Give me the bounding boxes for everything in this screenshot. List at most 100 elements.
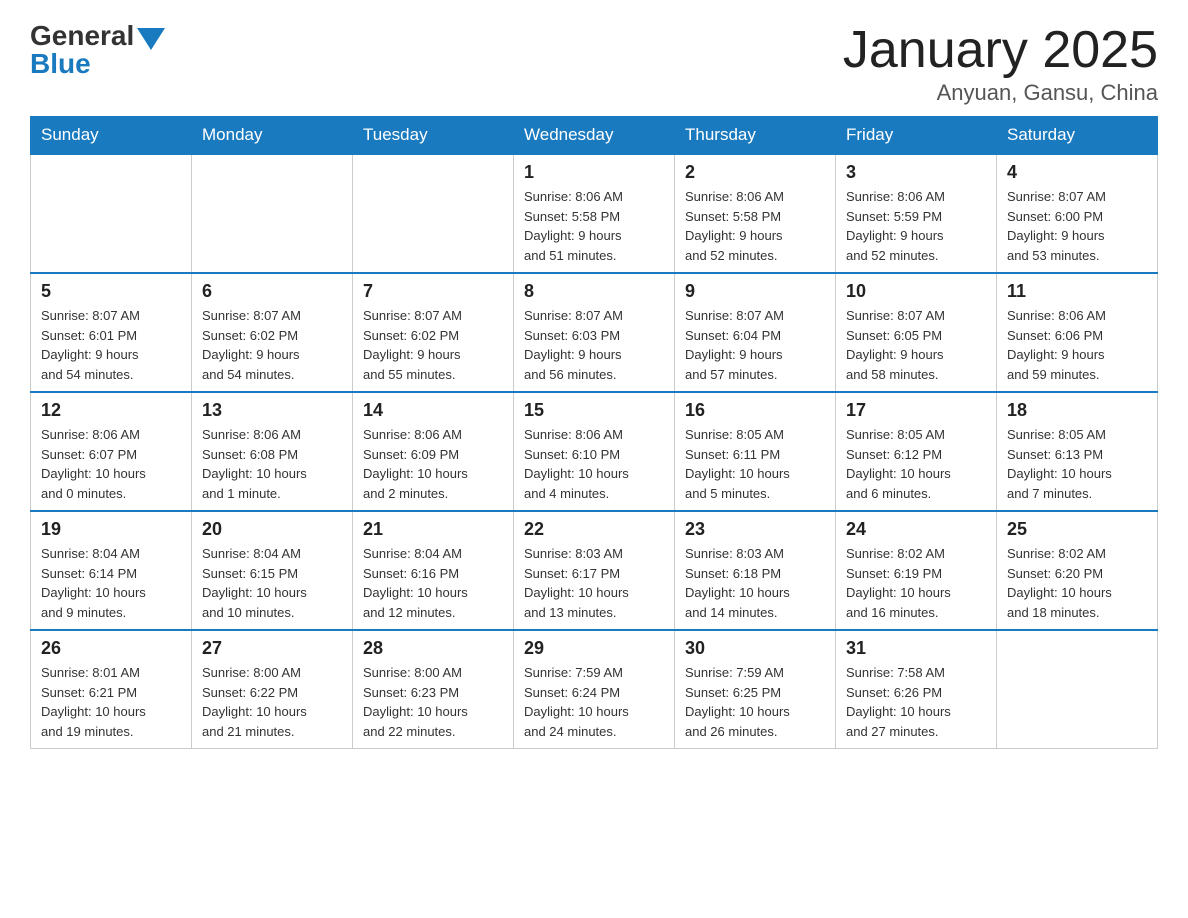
day-info: Sunrise: 8:06 AM Sunset: 6:10 PM Dayligh…: [524, 425, 664, 503]
day-number: 1: [524, 162, 664, 183]
day-number: 25: [1007, 519, 1147, 540]
calendar-cell: 18Sunrise: 8:05 AM Sunset: 6:13 PM Dayli…: [997, 392, 1158, 511]
calendar-cell: 9 Sunrise: 8:07 AM Sunset: 6:04 PM Daylig…: [675, 273, 836, 392]
calendar-cell: 11Sunrise: 8:06 AM Sunset: 6:06 PM Dayli…: [997, 273, 1158, 392]
day-number: 2: [685, 162, 825, 183]
day-of-week-header: Thursday: [675, 117, 836, 155]
day-number: 27: [202, 638, 342, 659]
day-info: Sunrise: 8:06 AM Sunset: 5:58 PM Dayligh…: [685, 187, 825, 265]
day-number: 14: [363, 400, 503, 421]
calendar-subtitle: Anyuan, Gansu, China: [843, 80, 1158, 106]
day-number: 20: [202, 519, 342, 540]
day-number: 30: [685, 638, 825, 659]
logo-triangle-icon: [137, 28, 165, 50]
calendar-cell: 31 Sunrise: 7:58 AM Sunset: 6:26 PM Dayli…: [836, 630, 997, 749]
day-info: Sunrise: 8:07 AM Sunset: 6:00 PM Dayligh…: [1007, 187, 1147, 265]
day-number: 26: [41, 638, 181, 659]
day-info: Sunrise: 8:05 AM Sunset: 6:11 PM Dayligh…: [685, 425, 825, 503]
day-info: Sunrise: 8:05 AM Sunset: 6:12 PM Dayligh…: [846, 425, 986, 503]
day-of-week-header: Sunday: [31, 117, 192, 155]
calendar-cell: 24 Sunrise: 8:02 AM Sunset: 6:19 PM Dayli…: [836, 511, 997, 630]
day-info: Sunrise: 8:07 AM Sunset: 6:05 PM Dayligh…: [846, 306, 986, 384]
calendar-cell: 28 Sunrise: 8:00 AM Sunset: 6:23 PM Dayli…: [353, 630, 514, 749]
calendar-cell: 10 Sunrise: 8:07 AM Sunset: 6:05 PM Dayli…: [836, 273, 997, 392]
day-number: 16: [685, 400, 825, 421]
calendar-cell: 20 Sunrise: 8:04 AM Sunset: 6:15 PM Dayli…: [192, 511, 353, 630]
day-info: Sunrise: 8:00 AM Sunset: 6:22 PM Dayligh…: [202, 663, 342, 741]
calendar-cell: 5 Sunrise: 8:07 AM Sunset: 6:01 PM Daylig…: [31, 273, 192, 392]
calendar-cell: 13 Sunrise: 8:06 AM Sunset: 6:08 PM Dayli…: [192, 392, 353, 511]
day-number: 22: [524, 519, 664, 540]
day-number: 3: [846, 162, 986, 183]
day-number: 28: [363, 638, 503, 659]
day-number: 8: [524, 281, 664, 302]
day-of-week-header: Monday: [192, 117, 353, 155]
day-info: Sunrise: 8:02 AM Sunset: 6:20 PM Dayligh…: [1007, 544, 1147, 622]
day-number: 23: [685, 519, 825, 540]
logo: General Blue: [30, 20, 165, 80]
calendar-cell: 7 Sunrise: 8:07 AM Sunset: 6:02 PM Daylig…: [353, 273, 514, 392]
day-number: 13: [202, 400, 342, 421]
day-info: Sunrise: 8:06 AM Sunset: 5:59 PM Dayligh…: [846, 187, 986, 265]
day-info: Sunrise: 8:02 AM Sunset: 6:19 PM Dayligh…: [846, 544, 986, 622]
day-info: Sunrise: 8:06 AM Sunset: 6:07 PM Dayligh…: [41, 425, 181, 503]
day-info: Sunrise: 8:04 AM Sunset: 6:16 PM Dayligh…: [363, 544, 503, 622]
day-info: Sunrise: 8:01 AM Sunset: 6:21 PM Dayligh…: [41, 663, 181, 741]
title-block: January 2025 Anyuan, Gansu, China: [843, 20, 1158, 106]
day-info: Sunrise: 8:04 AM Sunset: 6:15 PM Dayligh…: [202, 544, 342, 622]
day-info: Sunrise: 8:06 AM Sunset: 6:09 PM Dayligh…: [363, 425, 503, 503]
day-info: Sunrise: 8:03 AM Sunset: 6:17 PM Dayligh…: [524, 544, 664, 622]
calendar-title: January 2025: [843, 20, 1158, 80]
calendar-week-row: 26 Sunrise: 8:01 AM Sunset: 6:21 PM Dayli…: [31, 630, 1158, 749]
day-info: Sunrise: 8:07 AM Sunset: 6:01 PM Dayligh…: [41, 306, 181, 384]
day-info: Sunrise: 8:07 AM Sunset: 6:02 PM Dayligh…: [363, 306, 503, 384]
day-number: 4: [1007, 162, 1147, 183]
day-of-week-header: Friday: [836, 117, 997, 155]
calendar-week-row: 19Sunrise: 8:04 AM Sunset: 6:14 PM Dayli…: [31, 511, 1158, 630]
calendar-cell: 16 Sunrise: 8:05 AM Sunset: 6:11 PM Dayli…: [675, 392, 836, 511]
day-of-week-header: Saturday: [997, 117, 1158, 155]
calendar-cell: 30 Sunrise: 7:59 AM Sunset: 6:25 PM Dayli…: [675, 630, 836, 749]
day-number: 7: [363, 281, 503, 302]
day-info: Sunrise: 8:04 AM Sunset: 6:14 PM Dayligh…: [41, 544, 181, 622]
day-number: 21: [363, 519, 503, 540]
calendar-cell: [31, 154, 192, 273]
day-info: Sunrise: 8:03 AM Sunset: 6:18 PM Dayligh…: [685, 544, 825, 622]
day-info: Sunrise: 8:07 AM Sunset: 6:04 PM Dayligh…: [685, 306, 825, 384]
day-number: 29: [524, 638, 664, 659]
day-number: 18: [1007, 400, 1147, 421]
calendar-cell: 3 Sunrise: 8:06 AM Sunset: 5:59 PM Daylig…: [836, 154, 997, 273]
calendar-week-row: 5 Sunrise: 8:07 AM Sunset: 6:01 PM Daylig…: [31, 273, 1158, 392]
day-number: 5: [41, 281, 181, 302]
day-info: Sunrise: 8:07 AM Sunset: 6:03 PM Dayligh…: [524, 306, 664, 384]
calendar-cell: [997, 630, 1158, 749]
day-info: Sunrise: 8:06 AM Sunset: 6:08 PM Dayligh…: [202, 425, 342, 503]
logo-blue-text: Blue: [30, 48, 91, 80]
calendar-week-row: 12 Sunrise: 8:06 AM Sunset: 6:07 PM Dayli…: [31, 392, 1158, 511]
calendar-cell: 19Sunrise: 8:04 AM Sunset: 6:14 PM Dayli…: [31, 511, 192, 630]
day-info: Sunrise: 7:58 AM Sunset: 6:26 PM Dayligh…: [846, 663, 986, 741]
calendar-cell: 4 Sunrise: 8:07 AM Sunset: 6:00 PM Daylig…: [997, 154, 1158, 273]
day-info: Sunrise: 7:59 AM Sunset: 6:25 PM Dayligh…: [685, 663, 825, 741]
day-of-week-header: Wednesday: [514, 117, 675, 155]
day-number: 12: [41, 400, 181, 421]
calendar-header: SundayMondayTuesdayWednesdayThursdayFrid…: [31, 117, 1158, 155]
day-info: Sunrise: 8:00 AM Sunset: 6:23 PM Dayligh…: [363, 663, 503, 741]
calendar-cell: 26 Sunrise: 8:01 AM Sunset: 6:21 PM Dayli…: [31, 630, 192, 749]
day-number: 9: [685, 281, 825, 302]
day-info: Sunrise: 8:07 AM Sunset: 6:02 PM Dayligh…: [202, 306, 342, 384]
calendar-cell: 17Sunrise: 8:05 AM Sunset: 6:12 PM Dayli…: [836, 392, 997, 511]
calendar-cell: [353, 154, 514, 273]
calendar-cell: 8 Sunrise: 8:07 AM Sunset: 6:03 PM Daylig…: [514, 273, 675, 392]
calendar-cell: 27 Sunrise: 8:00 AM Sunset: 6:22 PM Dayli…: [192, 630, 353, 749]
day-number: 31: [846, 638, 986, 659]
calendar-cell: 14 Sunrise: 8:06 AM Sunset: 6:09 PM Dayli…: [353, 392, 514, 511]
day-number: 10: [846, 281, 986, 302]
day-number: 11: [1007, 281, 1147, 302]
calendar-cell: 22 Sunrise: 8:03 AM Sunset: 6:17 PM Dayli…: [514, 511, 675, 630]
day-number: 24: [846, 519, 986, 540]
calendar-cell: 21 Sunrise: 8:04 AM Sunset: 6:16 PM Dayli…: [353, 511, 514, 630]
calendar-body: 1 Sunrise: 8:06 AM Sunset: 5:58 PM Daylig…: [31, 154, 1158, 749]
calendar-cell: [192, 154, 353, 273]
calendar-cell: 23 Sunrise: 8:03 AM Sunset: 6:18 PM Dayli…: [675, 511, 836, 630]
